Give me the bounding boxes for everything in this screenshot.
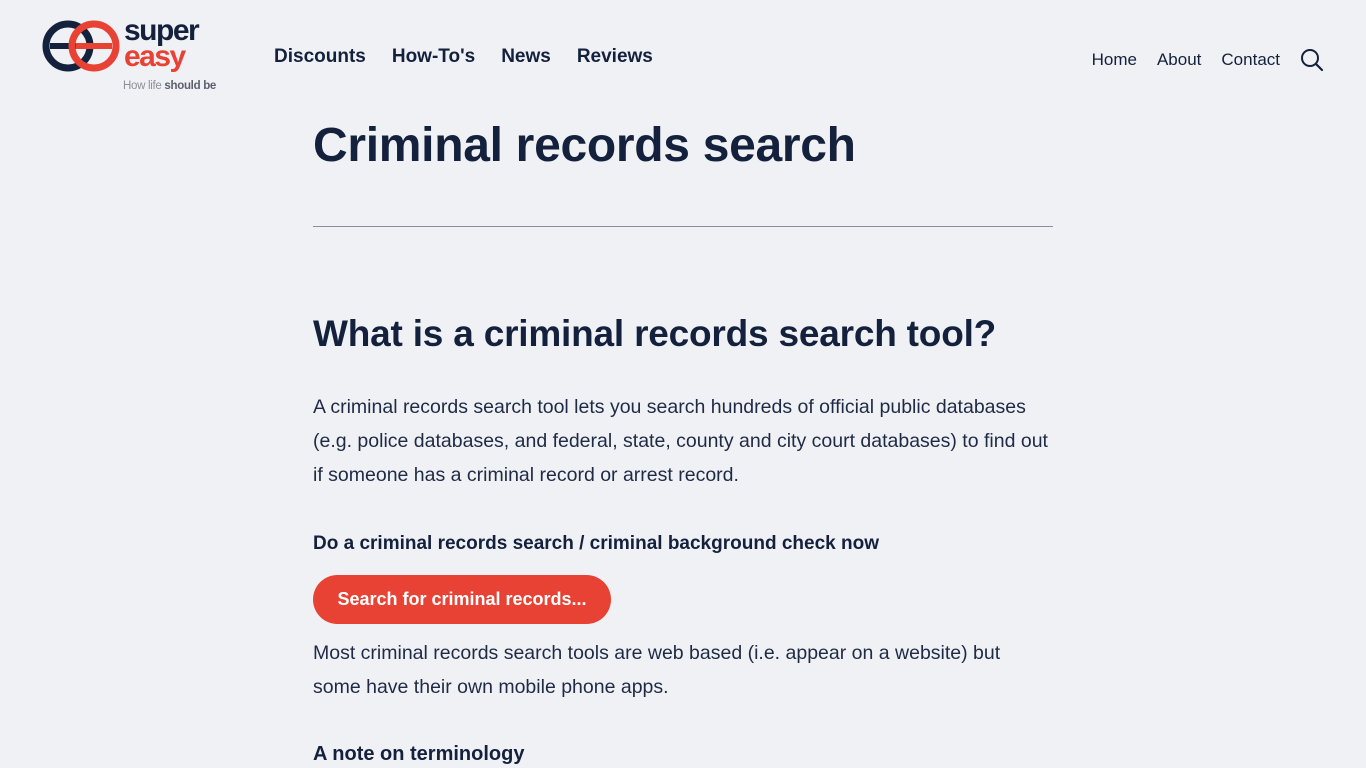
terminology-heading: A note on terminology <box>313 743 525 765</box>
section-heading: What is a criminal records search tool? <box>313 313 997 354</box>
nav-home[interactable]: Home <box>1092 50 1137 70</box>
nav-contact[interactable]: Contact <box>1221 50 1280 70</box>
main-nav: Discounts How-To's News Reviews <box>274 46 653 68</box>
body-paragraph: Most criminal records search tools are w… <box>313 642 1001 698</box>
nav-how-tos[interactable]: How-To's <box>392 46 475 68</box>
search-icon[interactable] <box>1300 48 1324 72</box>
logo-word-easy: easy <box>124 40 186 73</box>
tagline-bold: should be <box>164 80 217 92</box>
nav-reviews[interactable]: Reviews <box>577 46 653 68</box>
search-criminal-records-button[interactable]: Search for criminal records... <box>313 575 611 624</box>
nav-about[interactable]: About <box>1157 50 1201 70</box>
title-divider <box>313 226 1053 227</box>
page-title: Criminal records search <box>313 119 856 172</box>
cta-label: Do a criminal records search / criminal … <box>313 533 879 554</box>
utility-nav: Home About Contact <box>1092 48 1324 72</box>
site-logo[interactable]: super easy How life should be <box>42 16 232 98</box>
intro-paragraph: A criminal records search tool lets you … <box>313 396 1048 486</box>
tagline-prefix: How life <box>123 80 165 92</box>
nav-news[interactable]: News <box>501 46 551 68</box>
nav-discounts[interactable]: Discounts <box>274 46 366 68</box>
logo-mark-icon <box>42 20 120 72</box>
logo-tagline: How life should be <box>123 80 216 92</box>
